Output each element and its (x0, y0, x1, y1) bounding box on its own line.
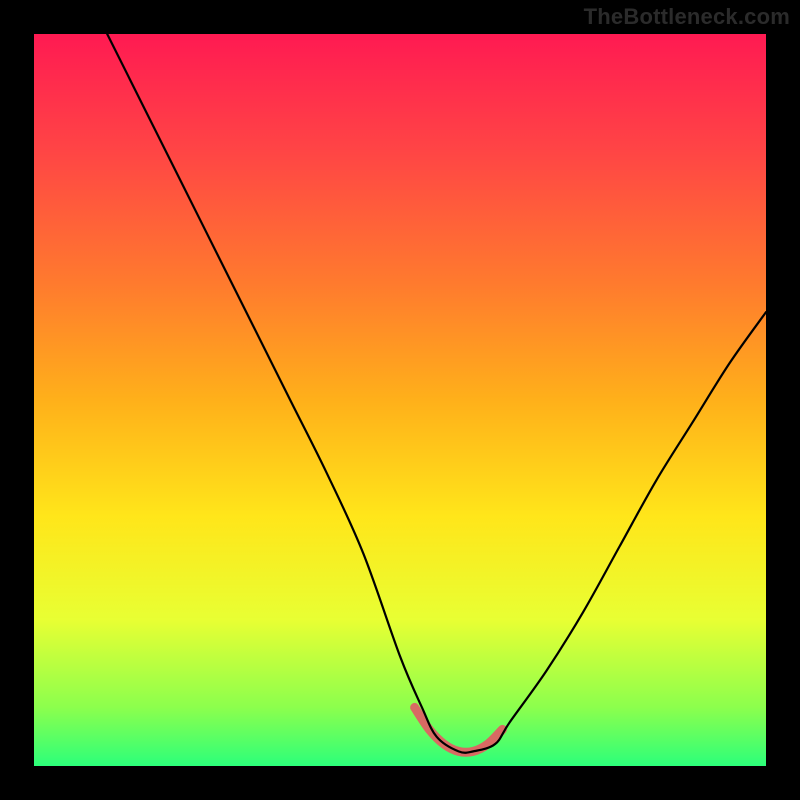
highlight-series (415, 707, 503, 752)
curve-series (107, 34, 766, 753)
chart-svg (34, 34, 766, 766)
plot-area (34, 34, 766, 766)
watermark-text: TheBottleneck.com (584, 4, 790, 30)
chart-frame: TheBottleneck.com (0, 0, 800, 800)
